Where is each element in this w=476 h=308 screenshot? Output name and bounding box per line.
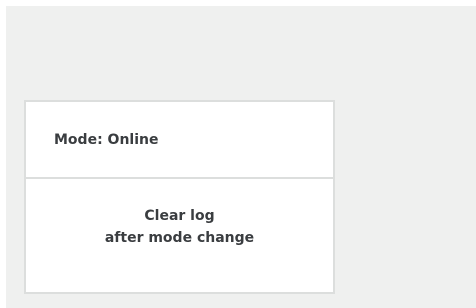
- mode-card: Mode: Online Clear log after mode change: [24, 100, 335, 294]
- clear-log-label-line1: Clear log: [144, 208, 215, 224]
- mode-status: Mode: Online: [26, 102, 333, 179]
- clear-log-button[interactable]: Clear log after mode change: [26, 179, 333, 292]
- clear-log-label-line2: after mode change: [104, 230, 255, 246]
- mode-status-label: Mode: Online: [54, 131, 159, 148]
